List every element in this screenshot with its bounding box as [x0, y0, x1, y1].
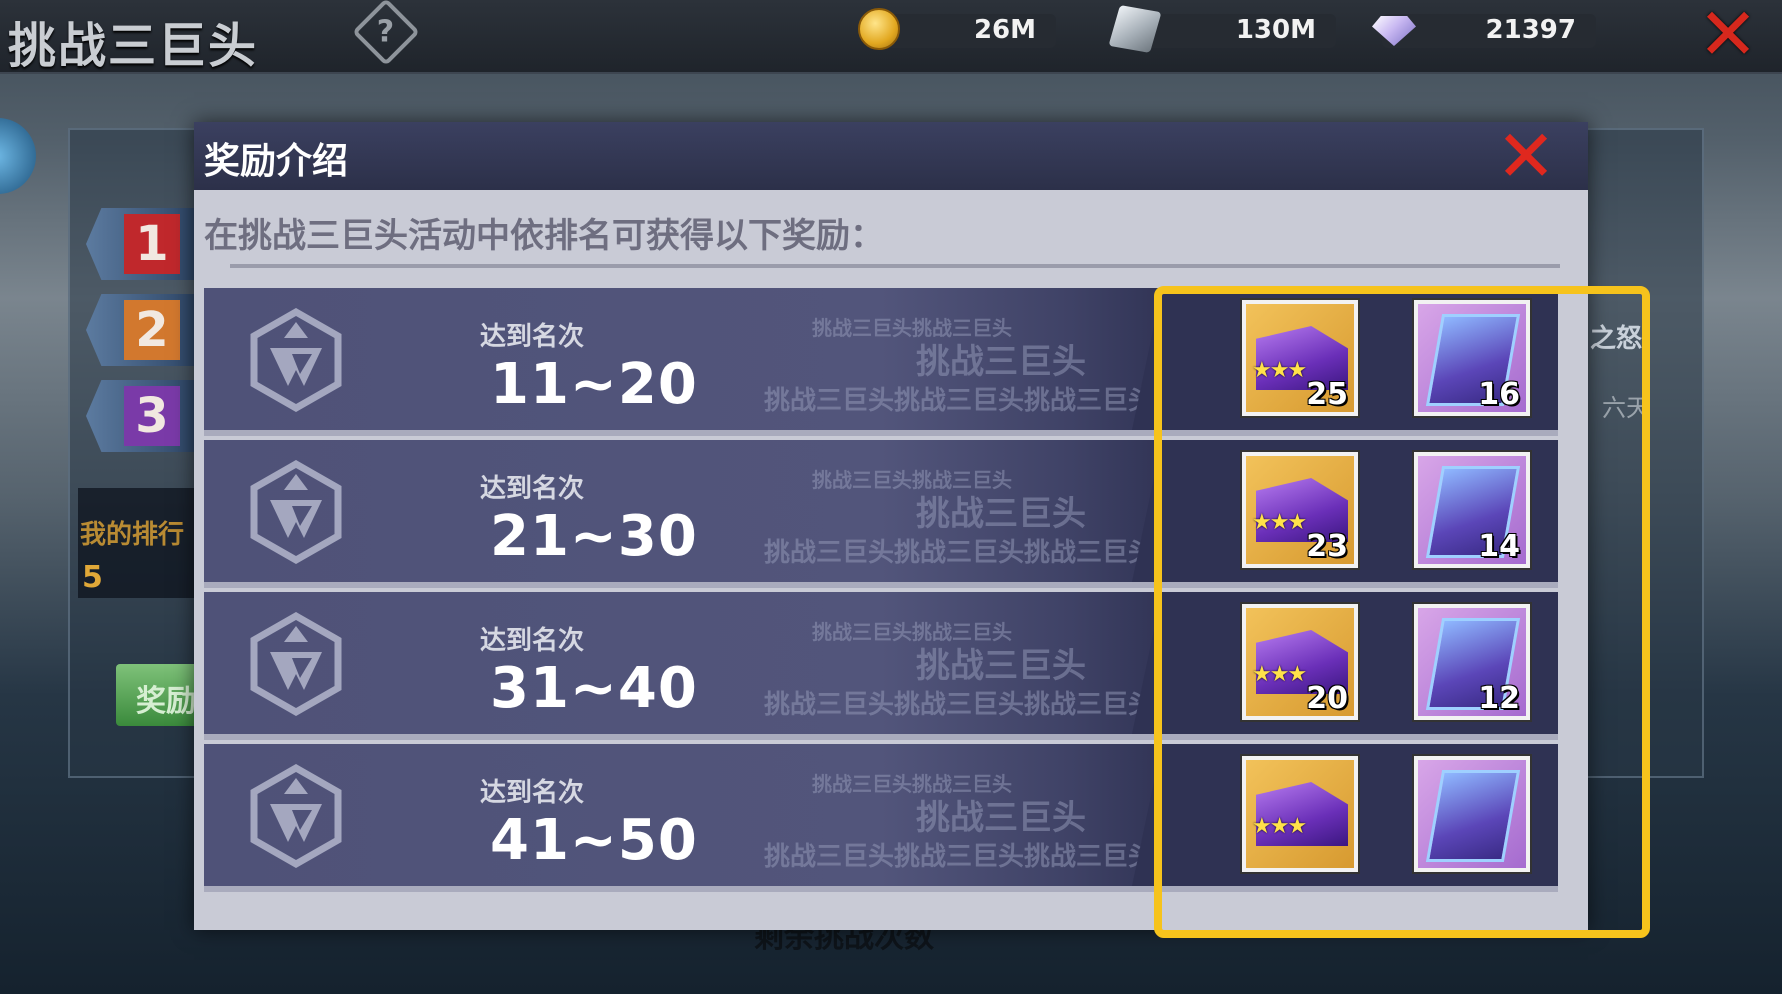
coin-counter: 26M — [858, 8, 1056, 50]
top-bar: 挑战三巨头 ? 26M 130M 21397 ✕ — [0, 0, 1782, 74]
rank-range: 11~20 — [490, 352, 698, 417]
coin-value: 26M — [973, 15, 1036, 45]
rank-reach-label: 达到名次 — [480, 626, 585, 656]
dialog-title: 奖励介绍 — [204, 141, 349, 182]
divider — [230, 264, 1560, 268]
gem-icon — [1372, 16, 1416, 46]
rank-emblem-icon — [250, 460, 342, 564]
rank-tab-1[interactable]: 1 — [86, 208, 196, 280]
question-icon: ? — [377, 14, 395, 50]
gem-value: 21397 — [1485, 15, 1576, 45]
rank-tab-number: 2 — [124, 300, 180, 360]
gem-counter: 21397 — [1372, 14, 1596, 48]
rank-emblem-icon — [250, 308, 342, 412]
rank-range: 31~40 — [490, 656, 698, 721]
watermark-text: 挑战三巨头 — [916, 798, 1086, 838]
background-orb-icon — [0, 118, 36, 194]
rank-reach-label: 达到名次 — [480, 474, 585, 504]
dialog-subtitle: 在挑战三巨头活动中依排名可获得以下奖励： — [204, 216, 884, 256]
rank-tab-number: 1 — [124, 214, 180, 274]
my-rank-label: 我的排行 — [80, 520, 185, 550]
watermark-text: 挑战三巨头挑战三巨头挑战三巨头 — [764, 690, 1155, 720]
cube-icon — [1108, 5, 1162, 53]
rank-tab-number: 3 — [124, 386, 180, 446]
reward-button[interactable]: 奖励 — [116, 664, 206, 726]
watermark-text: 挑战三巨头 — [916, 646, 1086, 686]
watermark-text: 挑战三巨头 — [916, 342, 1086, 382]
coin-icon — [858, 8, 900, 50]
cube-counter: 130M — [1108, 5, 1336, 53]
rank-tab-2[interactable]: 2 — [86, 294, 196, 366]
page-title: 挑战三巨头 — [8, 18, 259, 74]
reward-button-label: 奖励 — [136, 684, 196, 719]
rank-emblem-icon — [250, 612, 342, 716]
rank-emblem-icon — [250, 764, 342, 868]
watermark-text: 挑战三巨头挑战三巨头挑战三巨头 — [764, 842, 1155, 872]
help-button[interactable]: ? — [352, 0, 420, 66]
rank-tab-3[interactable]: 3 — [86, 380, 196, 452]
close-page-button[interactable]: ✕ — [1696, 0, 1760, 70]
rank-reach-label: 达到名次 — [480, 322, 585, 352]
watermark-text: 挑战三巨头 — [916, 494, 1086, 534]
watermark-text: 挑战三巨头挑战三巨头挑战三巨头 — [764, 538, 1155, 568]
watermark-text: 挑战三巨头挑战三巨头挑战三巨头 — [764, 386, 1155, 416]
dialog-header: 奖励介绍 ✕ — [194, 120, 1588, 192]
rewards-highlight-box — [1154, 286, 1650, 938]
rank-range: 41~50 — [490, 808, 698, 873]
my-rank-value: 5 — [82, 560, 103, 595]
close-dialog-button[interactable]: ✕ — [1492, 120, 1560, 192]
rank-reach-label: 达到名次 — [480, 778, 585, 808]
cube-value: 130M — [1235, 15, 1316, 45]
rank-range: 21~30 — [490, 504, 698, 569]
